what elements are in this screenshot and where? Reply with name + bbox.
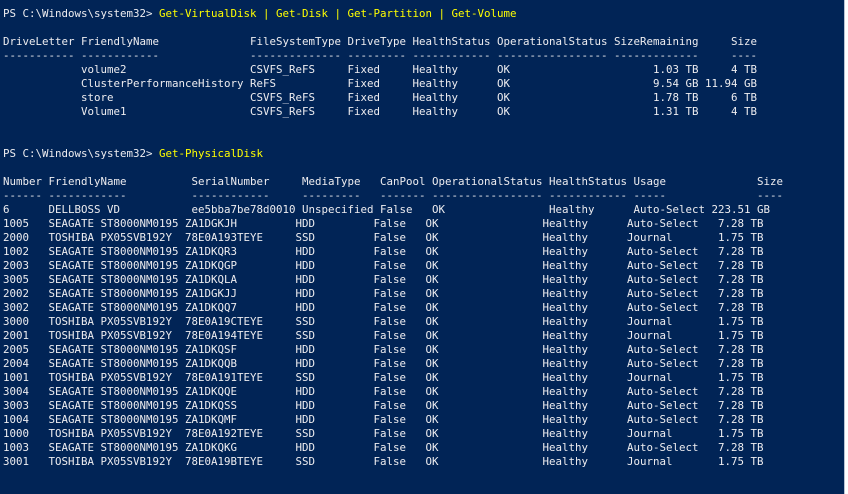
output-text: 1002 SEAGATE ST8000NM0195 ZA1DKQR3 HDD F… [3, 245, 764, 258]
prompt-text: PS C:\Windows\system32> [3, 7, 160, 20]
output-line: 2001 TOSHIBA PX05SVB192Y 78E0A194TEYE SS… [3, 329, 783, 343]
output-line: 2002 SEAGATE ST8000NM0195 ZA1DGKJJ HDD F… [3, 287, 783, 301]
output-line: ClusterPerformanceHistory ReFS Fixed Hea… [3, 77, 783, 91]
output-line: volume2 CSVFS_ReFS Fixed Healthy OK 1.03… [3, 63, 783, 77]
output-line: 1005 SEAGATE ST8000NM0195 ZA1DGKJH HDD F… [3, 217, 783, 231]
output-text: 6 DELLBOSS VD ee5bba7be78d0010 Unspecifi… [3, 203, 771, 216]
output-text: 2003 SEAGATE ST8000NM0195 ZA1DKQGP HDD F… [3, 259, 764, 272]
output-text: 2005 SEAGATE ST8000NM0195 ZA1DKQSF HDD F… [3, 343, 764, 356]
output-text: 3002 SEAGATE ST8000NM0195 ZA1DKQQ7 HDD F… [3, 301, 764, 314]
output-text: 2004 SEAGATE ST8000NM0195 ZA1DKQQB HDD F… [3, 357, 764, 370]
output-line: ----------- ------------ -------------- … [3, 49, 783, 63]
output-line: 1002 SEAGATE ST8000NM0195 ZA1DKQR3 HDD F… [3, 245, 783, 259]
output-text: volume2 CSVFS_ReFS Fixed Healthy OK 1.03… [3, 63, 758, 76]
output-text: store CSVFS_ReFS Fixed Healthy OK 1.78 T… [3, 91, 758, 104]
output-text: 2001 TOSHIBA PX05SVB192Y 78E0A194TEYE SS… [3, 329, 764, 342]
console-output: PS C:\Windows\system32> Get-VirtualDisk … [3, 7, 783, 469]
command-text: Get-VirtualDisk | Get-Disk | Get-Partiti… [159, 7, 517, 20]
output-text: 1005 SEAGATE ST8000NM0195 ZA1DGKJH HDD F… [3, 217, 764, 230]
output-text: Number FriendlyName SerialNumber MediaTy… [3, 175, 784, 188]
output-line: store CSVFS_ReFS Fixed Healthy OK 1.78 T… [3, 91, 783, 105]
output-line: 1001 TOSHIBA PX05SVB192Y 78E0A191TEYE SS… [3, 371, 783, 385]
output-text: ClusterPerformanceHistory ReFS Fixed Hea… [3, 77, 758, 90]
output-line: ------ ------------ ------------ -------… [3, 189, 783, 203]
prompt-text: PS C:\Windows\system32> [3, 147, 160, 160]
output-line: Number FriendlyName SerialNumber MediaTy… [3, 175, 783, 189]
output-line: 6 DELLBOSS VD ee5bba7be78d0010 Unspecifi… [3, 203, 783, 217]
output-text: ----------- ------------ -------------- … [3, 49, 758, 62]
output-line: 3000 TOSHIBA PX05SVB192Y 78E0A19CTEYE SS… [3, 315, 783, 329]
output-text: 1000 TOSHIBA PX05SVB192Y 78E0A192TEYE SS… [3, 427, 764, 440]
command-line: PS C:\Windows\system32> Get-VirtualDisk … [3, 7, 783, 21]
output-line: 3002 SEAGATE ST8000NM0195 ZA1DKQQ7 HDD F… [3, 301, 783, 315]
output-line: 3004 SEAGATE ST8000NM0195 ZA1DKQQE HDD F… [3, 385, 783, 399]
output-line: 2003 SEAGATE ST8000NM0195 ZA1DKQGP HDD F… [3, 259, 783, 273]
output-line: Volume1 CSVFS_ReFS Fixed Healthy OK 1.31… [3, 105, 783, 119]
command-text: Get-PhysicalDisk [159, 147, 264, 160]
output-line: 3005 SEAGATE ST8000NM0195 ZA1DKQLA HDD F… [3, 273, 783, 287]
output-line: DriveLetter FriendlyName FileSystemType … [3, 35, 783, 49]
output-text: 3004 SEAGATE ST8000NM0195 ZA1DKQQE HDD F… [3, 385, 764, 398]
output-line: 3003 SEAGATE ST8000NM0195 ZA1DKQSS HDD F… [3, 399, 783, 413]
output-text: 3000 TOSHIBA PX05SVB192Y 78E0A19CTEYE SS… [3, 315, 764, 328]
powershell-console[interactable]: PS C:\Windows\system32> Get-VirtualDisk … [0, 0, 845, 494]
output-text: 2002 SEAGATE ST8000NM0195 ZA1DGKJJ HDD F… [3, 287, 764, 300]
command-line: PS C:\Windows\system32> Get-PhysicalDisk [3, 147, 783, 161]
output-line: 1004 SEAGATE ST8000NM0195 ZA1DKQMF HDD F… [3, 413, 783, 427]
output-text: DriveLetter FriendlyName FileSystemType … [3, 35, 758, 48]
output-line: 3001 TOSHIBA PX05SVB192Y 78E0A19BTEYE SS… [3, 455, 783, 469]
output-line: 2005 SEAGATE ST8000NM0195 ZA1DKQSF HDD F… [3, 343, 783, 357]
output-text: 1001 TOSHIBA PX05SVB192Y 78E0A191TEYE SS… [3, 371, 764, 384]
output-text: 3005 SEAGATE ST8000NM0195 ZA1DKQLA HDD F… [3, 273, 764, 286]
output-text: ------ ------------ ------------ -------… [3, 189, 784, 202]
output-text: 1004 SEAGATE ST8000NM0195 ZA1DKQMF HDD F… [3, 413, 764, 426]
output-line: 1000 TOSHIBA PX05SVB192Y 78E0A192TEYE SS… [3, 427, 783, 441]
output-text: 2000 TOSHIBA PX05SVB192Y 78E0A193TEYE SS… [3, 231, 764, 244]
output-text: 1003 SEAGATE ST8000NM0195 ZA1DKQKG HDD F… [3, 441, 764, 454]
output-line: 1003 SEAGATE ST8000NM0195 ZA1DKQKG HDD F… [3, 441, 783, 455]
output-line: 2000 TOSHIBA PX05SVB192Y 78E0A193TEYE SS… [3, 231, 783, 245]
output-text: Volume1 CSVFS_ReFS Fixed Healthy OK 1.31… [3, 105, 758, 118]
output-text: 3001 TOSHIBA PX05SVB192Y 78E0A19BTEYE SS… [3, 455, 764, 468]
output-text: 3003 SEAGATE ST8000NM0195 ZA1DKQSS HDD F… [3, 399, 764, 412]
output-line: 2004 SEAGATE ST8000NM0195 ZA1DKQQB HDD F… [3, 357, 783, 371]
